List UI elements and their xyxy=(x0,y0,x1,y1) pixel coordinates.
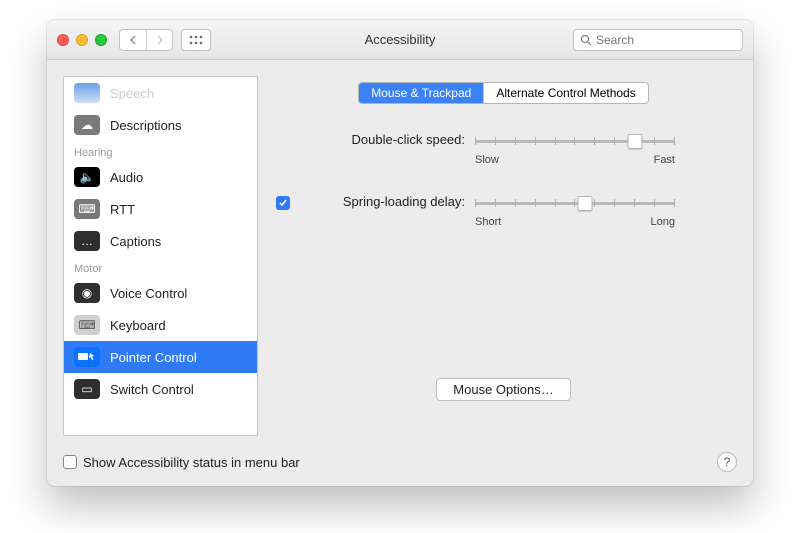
sidebar-item-audio[interactable]: 🔈 Audio xyxy=(64,161,257,193)
grid-icon xyxy=(189,35,203,45)
sidebar-section-hearing: Hearing xyxy=(64,141,257,161)
tab-alternate-control-methods[interactable]: Alternate Control Methods xyxy=(483,83,647,103)
tab-bar: Mouse & Trackpad Alternate Control Metho… xyxy=(270,82,737,104)
double-click-speed-slider[interactable] xyxy=(475,132,675,150)
sidebar-item-switch-control[interactable]: ▭ Switch Control xyxy=(64,373,257,405)
sidebar-item-captions[interactable]: … Captions xyxy=(64,225,257,257)
titlebar: Accessibility xyxy=(47,20,753,60)
pointer-control-icon xyxy=(74,347,100,367)
sidebar-item-rtt[interactable]: ⌨ RTT xyxy=(64,193,257,225)
sidebar-item-speech[interactable]: Speech xyxy=(64,77,257,109)
minimize-icon[interactable] xyxy=(76,34,88,46)
sidebar-item-label: Audio xyxy=(110,170,143,185)
slider-min-label: Short xyxy=(475,216,501,228)
row-spring-loading-delay: Spring-loading delay: Short Long xyxy=(270,194,737,228)
slider-thumb[interactable] xyxy=(578,196,593,211)
sidebar-item-label: Captions xyxy=(110,234,161,249)
show-status-label: Show Accessibility status in menu bar xyxy=(83,455,300,470)
forward-button[interactable] xyxy=(146,30,172,50)
sidebar-item-keyboard[interactable]: ⌨ Keyboard xyxy=(64,309,257,341)
sidebar-item-label: Voice Control xyxy=(110,286,187,301)
voice-control-icon: ◉ xyxy=(74,283,100,303)
speech-icon xyxy=(74,83,100,103)
sidebar-item-label: Speech xyxy=(110,86,154,101)
close-icon[interactable] xyxy=(57,34,69,46)
back-button[interactable] xyxy=(120,30,146,50)
show-all-button[interactable] xyxy=(181,29,211,51)
sidebar-item-descriptions[interactable]: ☁ Descriptions xyxy=(64,109,257,141)
show-status-checkbox[interactable] xyxy=(63,455,77,469)
sidebar-item-label: Switch Control xyxy=(110,382,194,397)
footer: Show Accessibility status in menu bar ? xyxy=(47,444,753,486)
row-double-click-speed: Double-click speed: Slow Fast xyxy=(270,132,737,166)
accessibility-window: Accessibility Speech ☁ Descriptions Hear… xyxy=(47,20,753,486)
sidebar-item-pointer-control[interactable]: Pointer Control xyxy=(64,341,257,373)
descriptions-icon: ☁ xyxy=(74,115,100,135)
slider-thumb[interactable] xyxy=(628,134,643,149)
switch-control-icon: ▭ xyxy=(74,379,100,399)
sidebar: Speech ☁ Descriptions Hearing 🔈 Audio ⌨ … xyxy=(63,76,258,436)
help-button[interactable]: ? xyxy=(717,452,737,472)
tab-mouse-trackpad[interactable]: Mouse & Trackpad xyxy=(359,83,483,103)
keyboard-icon: ⌨ xyxy=(74,315,100,335)
spring-loading-checkbox[interactable] xyxy=(276,196,290,210)
zoom-icon[interactable] xyxy=(95,34,107,46)
content-pane: Mouse & Trackpad Alternate Control Metho… xyxy=(270,76,737,436)
sidebar-item-voice-control[interactable]: ◉ Voice Control xyxy=(64,277,257,309)
spring-loading-delay-label: Spring-loading delay: xyxy=(290,194,465,209)
search-field[interactable] xyxy=(573,29,743,51)
rtt-icon: ⌨ xyxy=(74,199,100,219)
sidebar-item-label: RTT xyxy=(110,202,135,217)
check-icon xyxy=(278,198,288,208)
nav-back-forward xyxy=(119,29,173,51)
window-controls xyxy=(57,34,107,46)
mouse-options-button[interactable]: Mouse Options… xyxy=(436,378,570,401)
slider-max-label: Long xyxy=(651,216,675,228)
spring-loading-delay-slider[interactable] xyxy=(475,194,675,212)
sidebar-scroll[interactable]: Speech ☁ Descriptions Hearing 🔈 Audio ⌨ … xyxy=(64,77,257,435)
sidebar-item-label: Pointer Control xyxy=(110,350,197,365)
sidebar-item-label: Descriptions xyxy=(110,118,182,133)
slider-max-label: Fast xyxy=(654,154,675,166)
sidebar-section-motor: Motor xyxy=(64,257,257,277)
search-icon xyxy=(580,34,592,46)
captions-icon: … xyxy=(74,231,100,251)
search-input[interactable] xyxy=(596,33,736,47)
audio-icon: 🔈 xyxy=(74,167,100,187)
slider-min-label: Slow xyxy=(475,154,499,166)
double-click-speed-label: Double-click speed: xyxy=(290,132,465,147)
sidebar-item-label: Keyboard xyxy=(110,318,166,333)
